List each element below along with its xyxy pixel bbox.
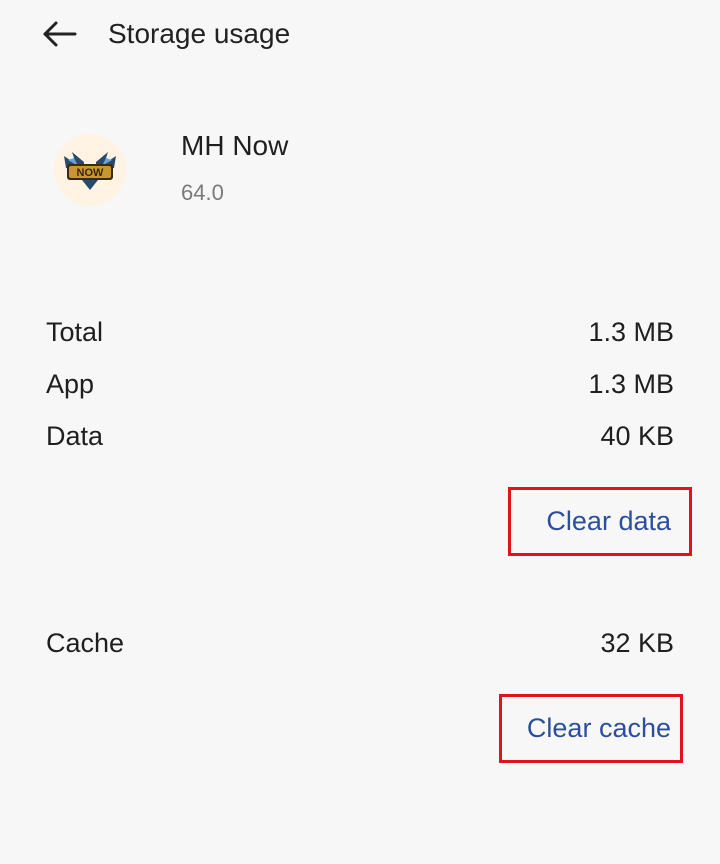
storage-row-value: 1.3 MB [588, 316, 674, 347]
storage-row-app: App 1.3 MB [46, 364, 674, 404]
clear-data-button[interactable]: Clear data [508, 487, 692, 556]
clear-cache-button[interactable]: Clear cache [499, 694, 683, 763]
back-button[interactable] [36, 14, 82, 54]
storage-row-value: 40 KB [600, 420, 674, 451]
clear-data-label: Clear data [546, 506, 671, 536]
svg-text:NOW: NOW [77, 167, 105, 179]
storage-row-total: Total 1.3 MB [46, 312, 674, 352]
app-info-header: NOW MH Now 64.0 [0, 120, 720, 220]
arrow-left-icon [43, 21, 77, 47]
top-app-bar: Storage usage [0, 0, 720, 70]
storage-row-cache: Cache 32 KB [46, 623, 674, 663]
cache-label: Cache [46, 627, 125, 658]
clear-cache-label: Clear cache [526, 713, 671, 743]
app-version: 64.0 [181, 180, 224, 205]
app-name: MH Now [181, 130, 289, 161]
mh-now-app-icon: NOW [54, 134, 126, 206]
cache-value: 32 KB [600, 627, 674, 658]
storage-row-data: Data 40 KB [46, 416, 674, 456]
storage-row-label: Total [46, 316, 104, 347]
page-title: Storage usage [108, 18, 291, 49]
storage-row-label: App [46, 368, 95, 399]
storage-row-value: 1.3 MB [588, 368, 674, 399]
storage-row-label: Data [46, 420, 104, 451]
